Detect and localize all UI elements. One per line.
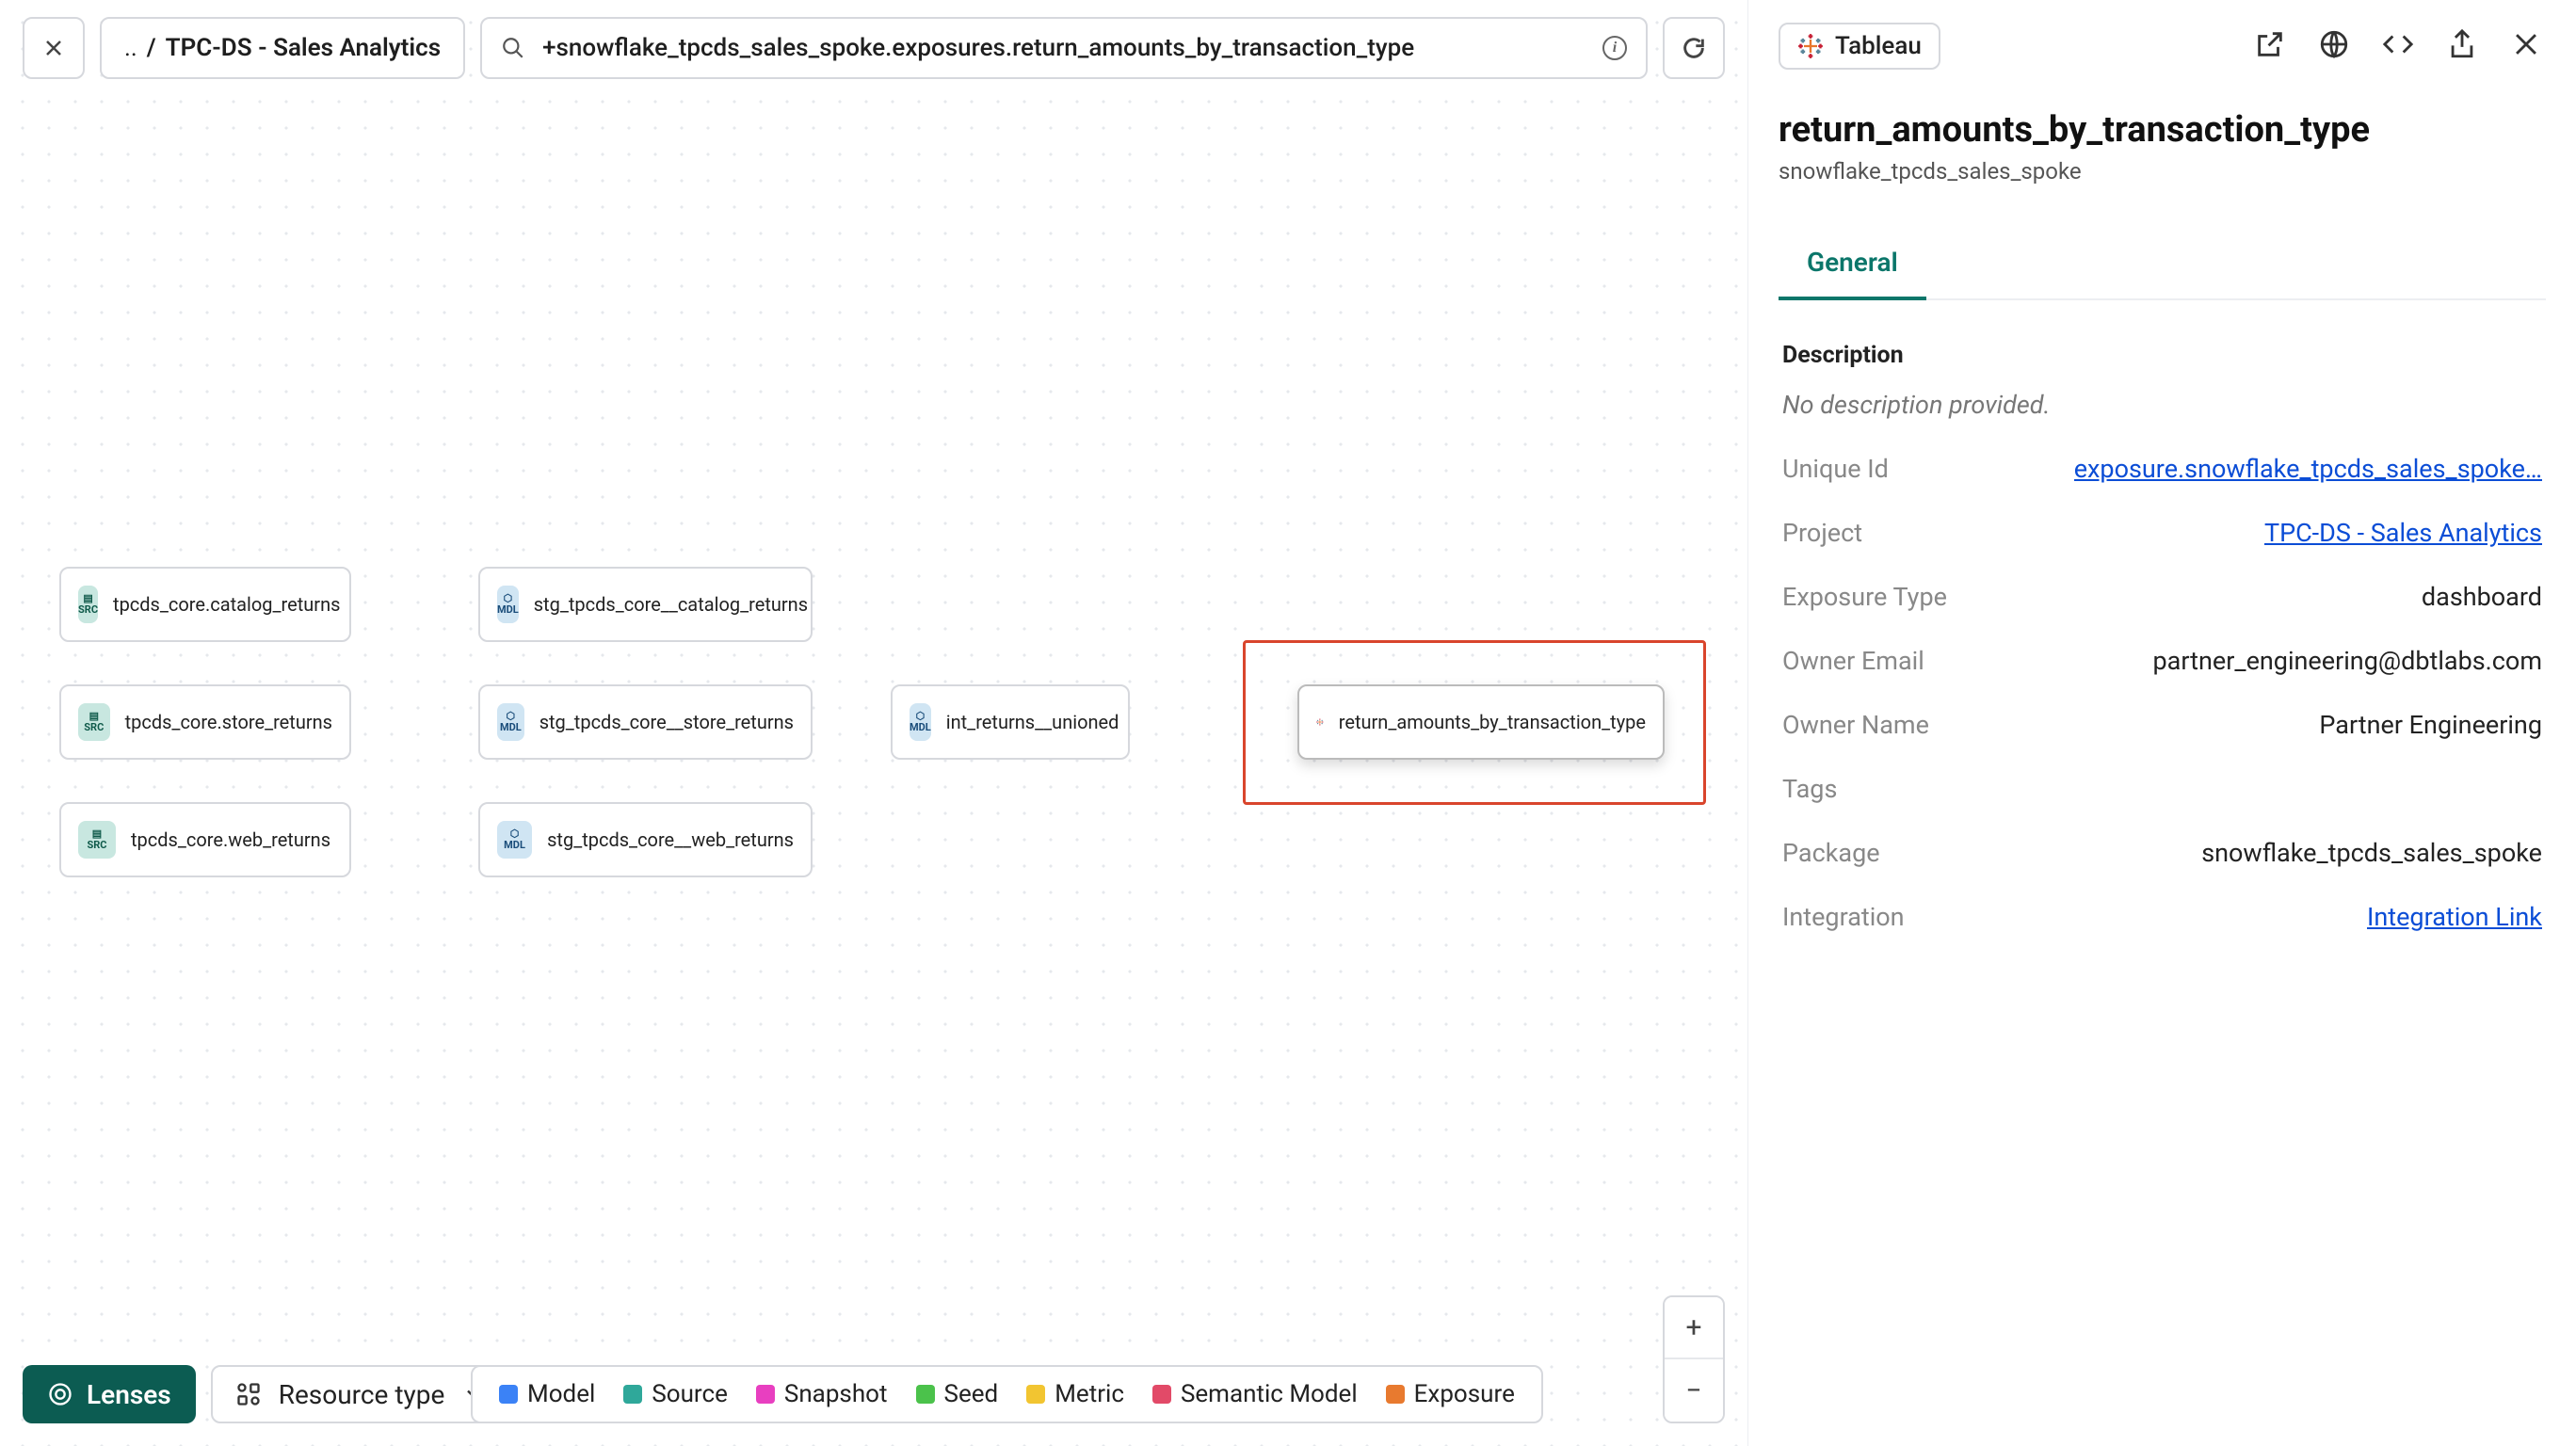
open-external-button[interactable] — [2250, 24, 2290, 68]
details-panel: Tableau return_amounts_by_transaction_ty… — [1747, 0, 2576, 1446]
node-label: int_returns__unioned — [946, 711, 1119, 733]
search-icon — [501, 36, 525, 60]
legend-item-seed: Seed — [916, 1380, 999, 1408]
node-src-web-returns[interactable]: ▤SRC tpcds_core.web_returns — [59, 802, 351, 877]
mdl-badge-icon: ⬡MDL — [910, 703, 931, 741]
legend: Model Source Snapshot Seed Metric Semant… — [471, 1365, 1543, 1423]
section-description-header: Description — [1782, 342, 2542, 369]
kv-project: Project TPC-DS - Sales Analytics — [1779, 501, 2546, 565]
kv-owner-name: Owner Name Partner Engineering — [1779, 693, 2546, 757]
panel-title: return_amounts_by_transaction_type — [1779, 109, 2546, 151]
search-input[interactable] — [542, 34, 1586, 62]
mdl-badge-icon: ⬡MDL — [497, 821, 532, 859]
src-badge-icon: ▤SRC — [78, 703, 110, 741]
close-panel-button[interactable] — [2506, 24, 2546, 68]
share-button[interactable] — [2442, 24, 2482, 68]
tab-row: General — [1779, 233, 2546, 300]
unique-id-link[interactable]: exposure.snowflake_tpcds_sales_spoke… — [2074, 454, 2542, 484]
node-mdl-stg-catalog[interactable]: ⬡MDL stg_tpcds_core__catalog_returns — [478, 567, 813, 642]
kv-unique-id: Unique Id exposure.snowflake_tpcds_sales… — [1779, 437, 2546, 501]
kv-exposure-type: Exposure Type dashboard — [1779, 565, 2546, 629]
description-empty: No description provided. — [1782, 390, 2542, 420]
zoom-controls: + − — [1663, 1295, 1725, 1423]
refresh-button[interactable] — [1663, 17, 1725, 79]
lenses-button[interactable]: Lenses — [23, 1365, 196, 1423]
legend-item-source: Source — [623, 1380, 728, 1408]
legend-item-model: Model — [499, 1380, 595, 1408]
chip-label: Tableau — [1835, 32, 1922, 60]
bottom-left-controls: Lenses Resource type — [23, 1365, 512, 1423]
integration-link[interactable]: Integration Link — [2367, 902, 2542, 932]
node-mdl-stg-web[interactable]: ⬡MDL stg_tpcds_core__web_returns — [478, 802, 813, 877]
node-label: return_amounts_by_transaction_type — [1339, 711, 1646, 733]
lenses-label: Lenses — [87, 1379, 171, 1410]
info-icon[interactable]: i — [1602, 36, 1627, 60]
breadcrumb-sep: / — [147, 34, 156, 62]
node-exposure-return-amounts[interactable]: return_amounts_by_transaction_type — [1297, 684, 1665, 760]
tableau-icon — [1797, 33, 1824, 59]
zoom-in-button[interactable]: + — [1665, 1297, 1723, 1359]
integration-chip[interactable]: Tableau — [1779, 23, 1940, 70]
legend-item-semantic-model: Semantic Model — [1152, 1380, 1358, 1408]
node-label: tpcds_core.catalog_returns — [113, 593, 340, 616]
kv-integration: Integration Integration Link — [1779, 885, 2546, 949]
node-mdl-int-unioned[interactable]: ⬡MDL int_returns__unioned — [891, 684, 1130, 760]
legend-item-exposure: Exposure — [1386, 1380, 1515, 1408]
src-badge-icon: ▤SRC — [78, 821, 116, 859]
zoom-out-button[interactable]: − — [1665, 1359, 1723, 1422]
globe-button[interactable] — [2314, 24, 2354, 68]
resource-type-icon — [235, 1381, 262, 1407]
close-button[interactable] — [23, 17, 85, 79]
panel-actions — [2250, 24, 2546, 68]
resource-type-label: Resource type — [279, 1379, 445, 1410]
kv-tags: Tags — [1779, 757, 2546, 821]
breadcrumb-prefix: .. — [124, 34, 137, 62]
node-src-store-returns[interactable]: ▤SRC tpcds_core.store_returns — [59, 684, 351, 760]
node-mdl-stg-store[interactable]: ⬡MDL stg_tpcds_core__store_returns — [478, 684, 813, 760]
src-badge-icon: ▤SRC — [78, 586, 98, 623]
node-label: stg_tpcds_core__store_returns — [539, 711, 794, 733]
top-bar: .. / TPC-DS - Sales Analytics i — [23, 17, 1725, 79]
project-link[interactable]: TPC-DS - Sales Analytics — [2264, 518, 2542, 548]
legend-item-metric: Metric — [1026, 1380, 1124, 1408]
lenses-icon — [47, 1381, 73, 1407]
code-button[interactable] — [2378, 24, 2418, 68]
tableau-icon — [1316, 709, 1324, 735]
search-box[interactable]: i — [480, 17, 1648, 79]
panel-subtitle: snowflake_tpcds_sales_spoke — [1779, 158, 2546, 185]
kv-owner-email: Owner Email partner_engineering@dbtlabs.… — [1779, 629, 2546, 693]
legend-item-snapshot: Snapshot — [756, 1380, 888, 1408]
mdl-badge-icon: ⬡MDL — [497, 703, 524, 741]
node-label: stg_tpcds_core__catalog_returns — [534, 593, 808, 616]
node-label: stg_tpcds_core__web_returns — [547, 828, 794, 851]
node-label: tpcds_core.web_returns — [131, 828, 330, 851]
node-src-catalog-returns[interactable]: ▤SRC tpcds_core.catalog_returns — [59, 567, 351, 642]
mdl-badge-icon: ⬡MDL — [497, 586, 519, 623]
breadcrumb-current: TPC-DS - Sales Analytics — [166, 34, 441, 62]
node-label: tpcds_core.store_returns — [125, 711, 332, 733]
kv-package: Package snowflake_tpcds_sales_spoke — [1779, 821, 2546, 885]
resource-type-button[interactable]: Resource type — [211, 1365, 513, 1423]
lineage-canvas[interactable]: .. / TPC-DS - Sales Analytics i — [0, 0, 1747, 1446]
breadcrumb[interactable]: .. / TPC-DS - Sales Analytics — [100, 17, 465, 79]
tab-general[interactable]: General — [1779, 233, 1926, 300]
